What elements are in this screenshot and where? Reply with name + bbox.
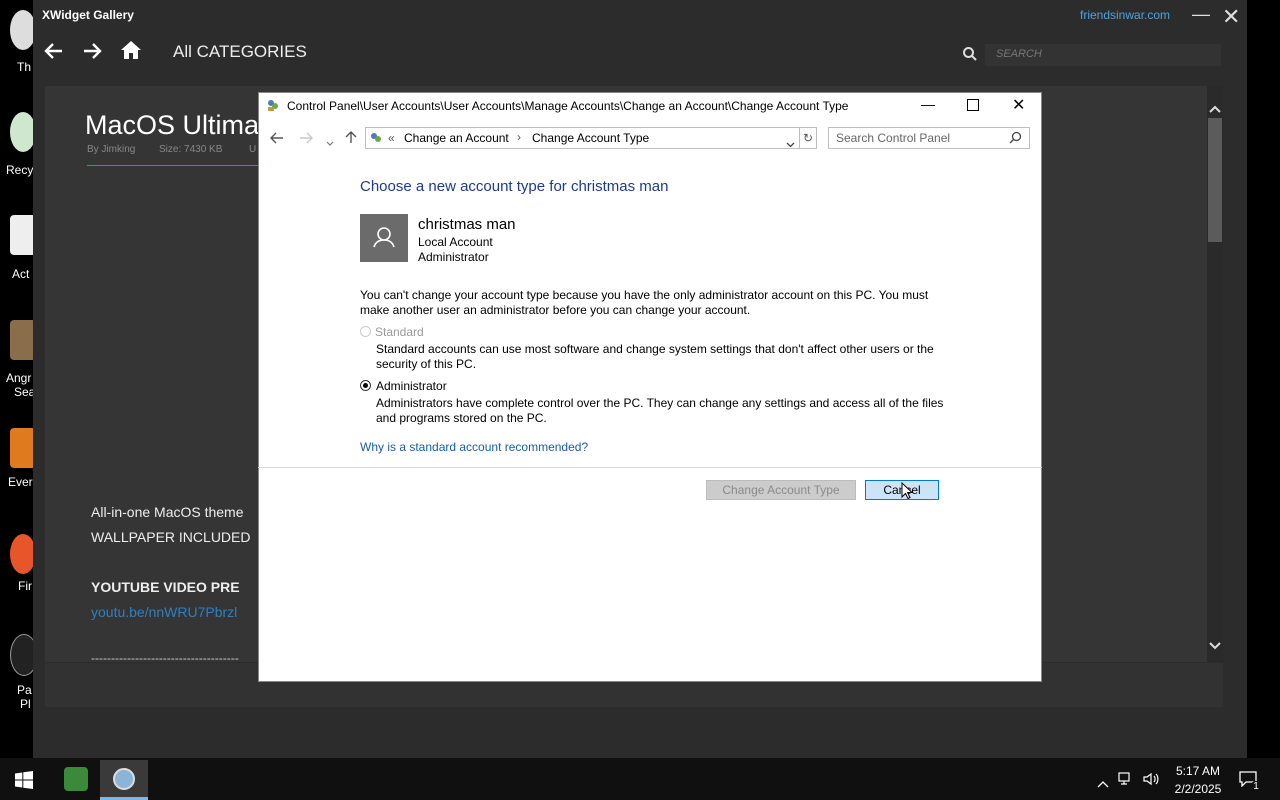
desktop-icon-label: Recy (6, 163, 34, 177)
page-heading: Choose a new account type for christmas … (360, 178, 669, 195)
desktop-icon-label: Angr (6, 371, 32, 385)
dialog-title: Control Panel\User Accounts\User Account… (287, 99, 849, 113)
desktop-icon-label: Ever (8, 475, 33, 489)
user-icon (373, 227, 395, 248)
category-title[interactable]: All CATEGORIES (173, 42, 307, 62)
item-size: Size: 7430 KB (159, 144, 223, 155)
breadcrumb-change-account[interactable]: Change an Account (404, 131, 509, 145)
network-icon[interactable] (1118, 772, 1134, 791)
description-line: WALLPAPER INCLUDED (91, 529, 251, 545)
mouse-cursor-icon (901, 481, 914, 505)
back-icon[interactable] (270, 131, 284, 150)
window-title: XWidget Gallery (42, 8, 134, 22)
standard-label: Standard (375, 325, 424, 339)
search-placeholder: SEARCH (996, 48, 1042, 60)
control-panel-icon (369, 131, 383, 150)
close-icon[interactable]: ✕ (1012, 95, 1025, 115)
breadcrumb-overflow[interactable]: « (388, 131, 395, 145)
search-placeholder: Search Control Panel (836, 131, 951, 145)
divider (258, 467, 1042, 468)
chevron-up-icon[interactable] (1097, 775, 1109, 793)
item-title: MacOS Ultima (85, 110, 260, 140)
standard-description: Standard accounts can use most software … (376, 342, 934, 356)
title-underline (87, 165, 258, 166)
desktop-icon-label: Pl (20, 697, 31, 711)
video-heading: YOUTUBE VIDEO PRE (91, 579, 240, 595)
site-link[interactable]: friendsinwar.com (1080, 8, 1170, 22)
administrator-description: and programs stored on the PC. (376, 411, 547, 425)
desktop-icon-label: Th (17, 60, 32, 74)
home-icon[interactable] (120, 39, 142, 66)
clock-date[interactable]: 2/2/2025 (1168, 782, 1228, 796)
scroll-down-icon[interactable] (1209, 637, 1221, 655)
warning-text: make another user an administrator befor… (360, 303, 751, 317)
administrator-label: Administrator (376, 379, 447, 393)
refresh-button[interactable]: ↻ (799, 127, 817, 149)
breadcrumb-change-account-type[interactable]: Change Account Type (532, 131, 649, 145)
desktop-icon-label: Act (12, 267, 30, 281)
warning-text: You can't change your account type becau… (360, 288, 929, 302)
minimize-icon[interactable]: — (921, 96, 935, 112)
account-name: christmas man (418, 216, 516, 233)
taskbar-app-icon[interactable] (64, 767, 88, 791)
account-role: Administrator (418, 250, 489, 264)
back-icon[interactable] (43, 40, 65, 67)
desktop-icon-label: Fir (18, 579, 32, 593)
desktop-icon-label: Pa (17, 683, 32, 697)
volume-icon[interactable] (1143, 772, 1159, 791)
scroll-up-icon[interactable] (1209, 100, 1221, 118)
scrollbar-thumb[interactable] (1208, 118, 1222, 242)
recent-chevron-icon[interactable] (326, 134, 334, 152)
item-extra: U (249, 144, 257, 155)
change-account-type-button[interactable]: Change Account Type (706, 480, 856, 500)
standard-radio[interactable] (360, 326, 371, 337)
breadcrumb-separator: › (517, 130, 521, 144)
standard-description: security of this PC. (376, 357, 477, 371)
up-icon[interactable] (344, 130, 358, 149)
maximize-icon[interactable] (967, 99, 979, 111)
administrator-description: Administrators have complete control ove… (376, 396, 944, 410)
notification-count: 1 (1250, 781, 1262, 793)
forward-icon[interactable] (81, 40, 103, 67)
item-author: By Jimking (87, 144, 136, 155)
control-panel-icon (266, 98, 280, 112)
account-type: Local Account (418, 235, 493, 249)
why-standard-link[interactable]: Why is a standard account recommended? (360, 440, 588, 454)
search-icon (1009, 131, 1022, 149)
windows-start-icon[interactable] (15, 771, 33, 794)
search-icon (962, 46, 978, 67)
taskbar (0, 758, 1280, 800)
avatar (360, 214, 408, 262)
xwidget-app-icon (113, 768, 135, 790)
close-icon[interactable]: ✕ (1222, 4, 1240, 30)
clock-time[interactable]: 5:17 AM (1172, 764, 1224, 778)
forward-icon[interactable] (299, 131, 313, 150)
minimize-icon[interactable]: — (1192, 4, 1210, 25)
description-line: All-in-one MacOS theme (91, 504, 244, 520)
administrator-radio[interactable] (360, 380, 371, 391)
address-dropdown-icon[interactable] (786, 135, 795, 153)
video-link[interactable]: youtu.be/nnWRU7Pbrzl (91, 604, 237, 620)
